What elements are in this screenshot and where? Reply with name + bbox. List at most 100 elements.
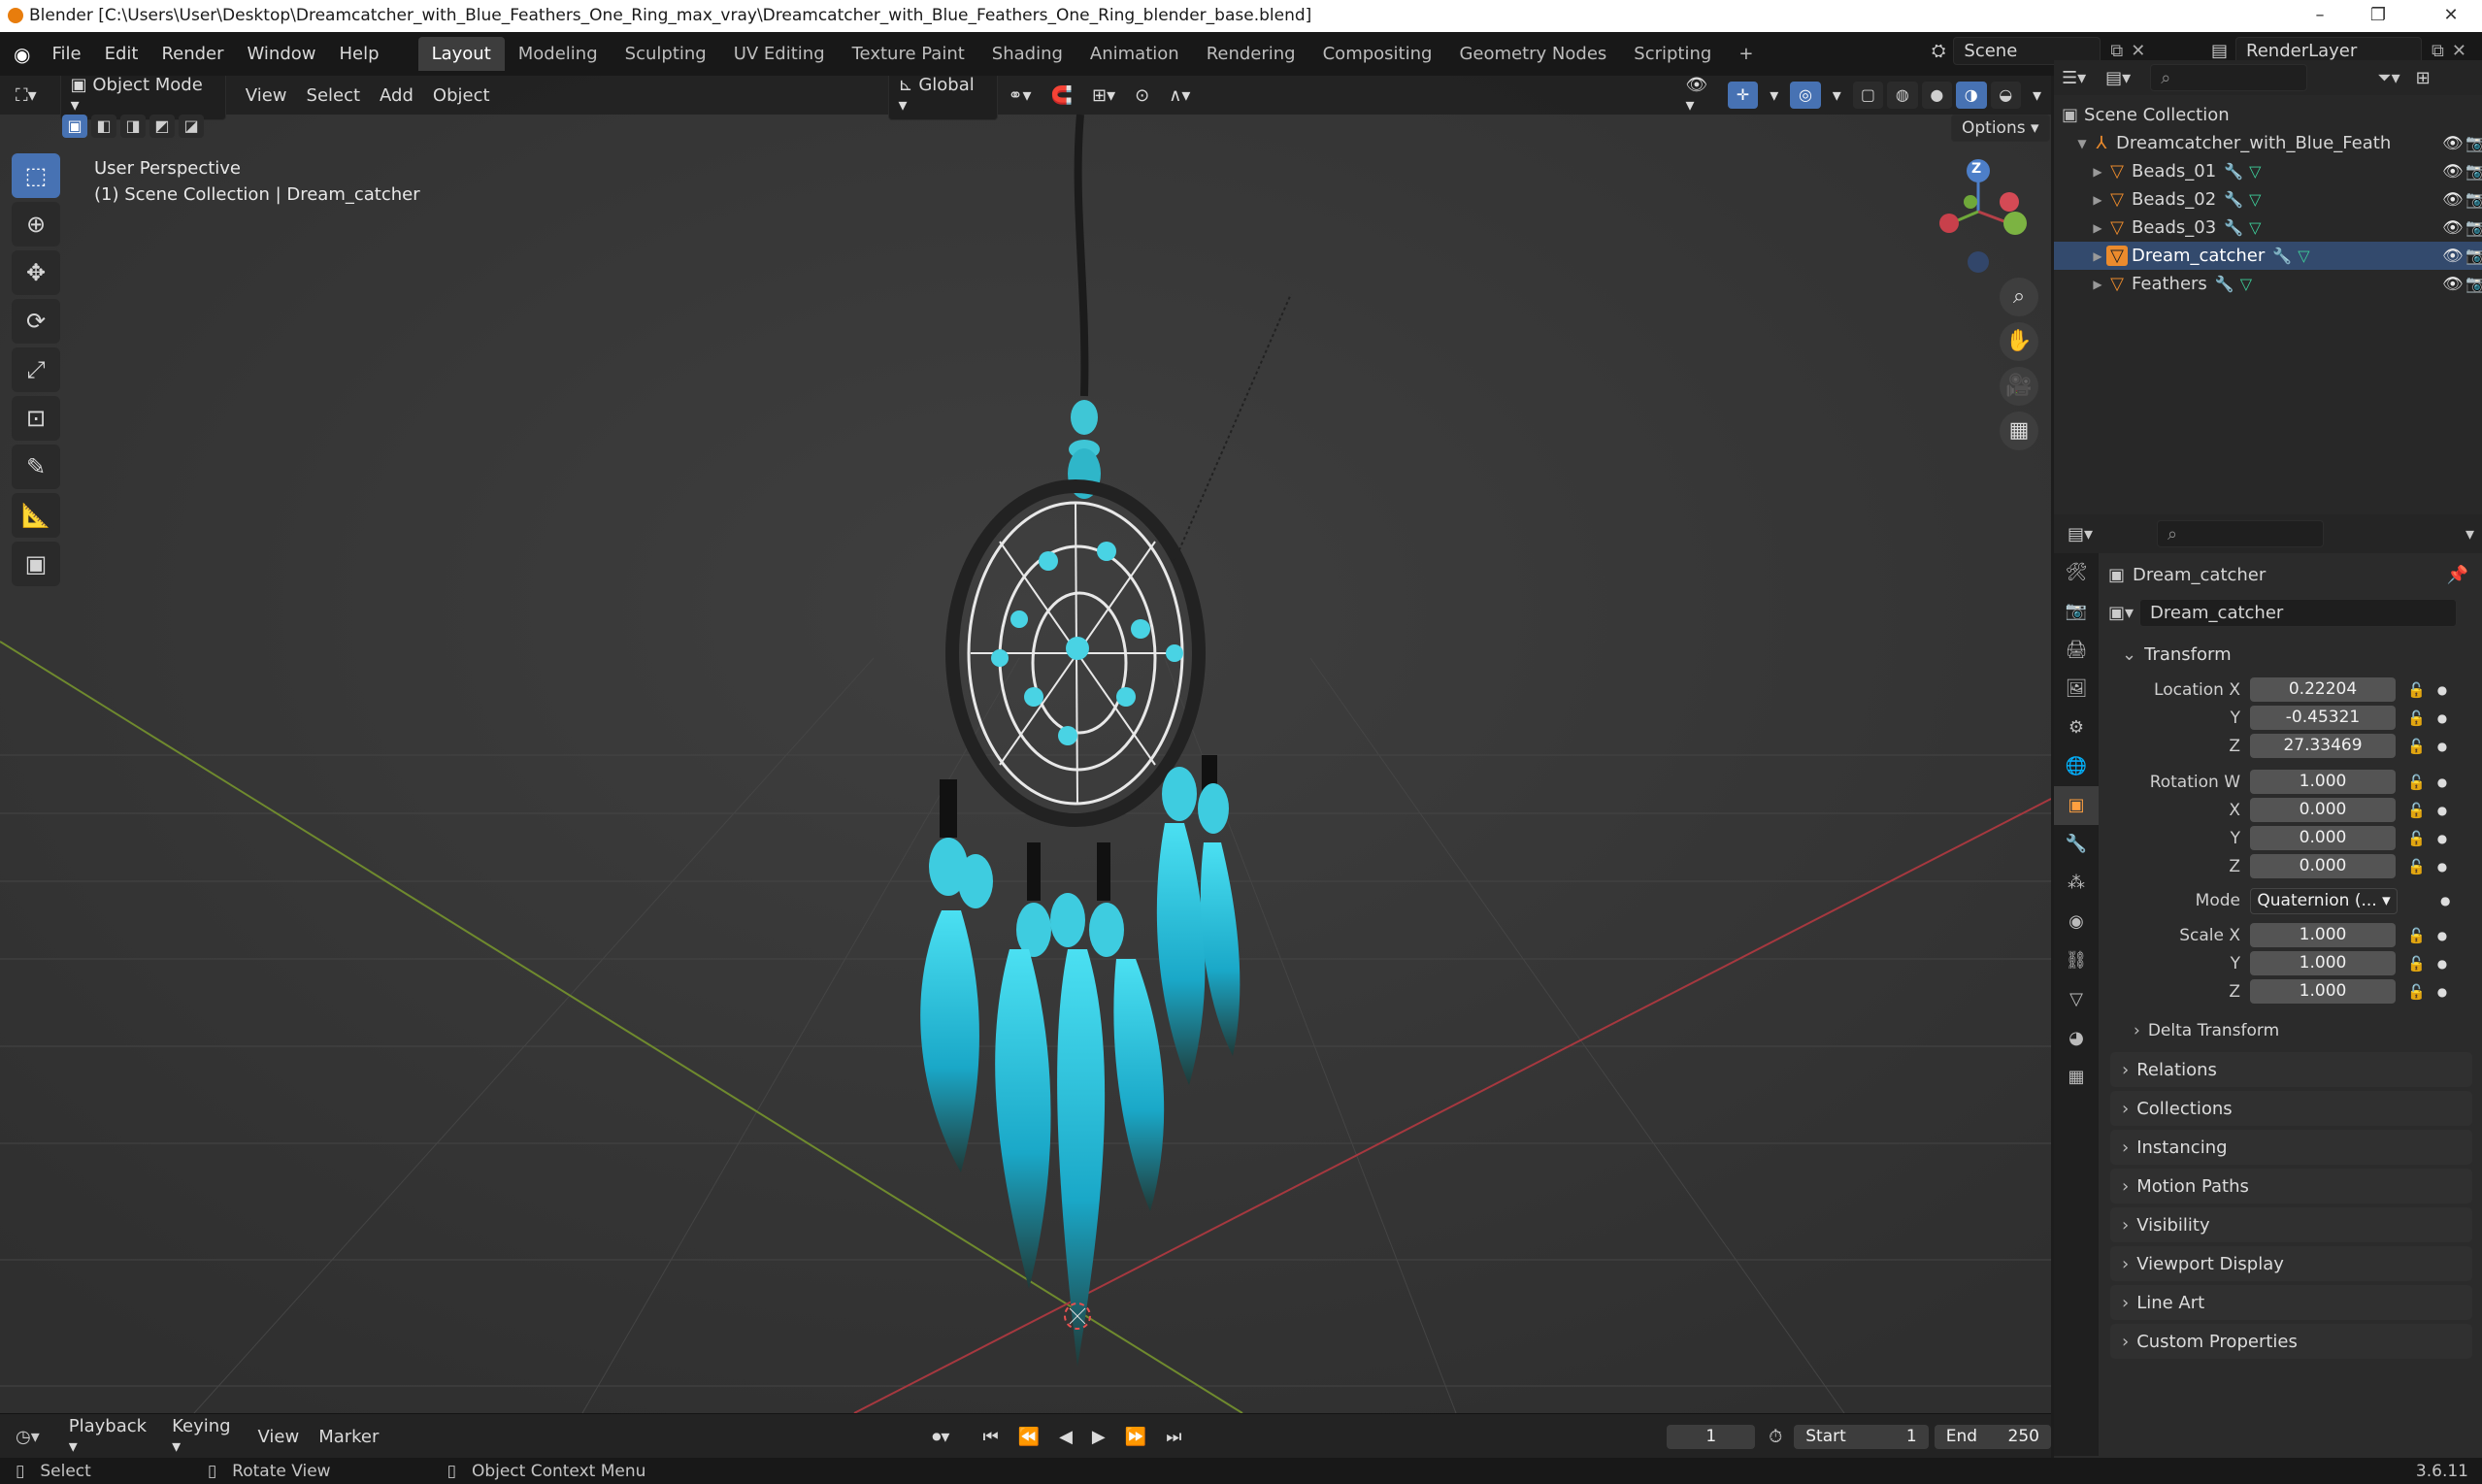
- lock-icon[interactable]: 🔓: [2407, 955, 2426, 973]
- mesh-data-tab-icon[interactable]: ▽: [2054, 980, 2099, 1019]
- world-tab-icon[interactable]: 🌐: [2054, 747, 2099, 786]
- prev-keyframe-icon[interactable]: ⏪: [1009, 1423, 1049, 1451]
- tree-row-object[interactable]: ▶ ▽ Beads_03 🔧 ▽ 👁 📷: [2054, 214, 2482, 242]
- keyframe-dot-icon[interactable]: ●: [2437, 804, 2447, 817]
- tab-layout[interactable]: Layout: [417, 37, 505, 71]
- tab-modeling[interactable]: Modeling: [505, 37, 612, 71]
- menu-keying[interactable]: Keying ▾: [162, 1412, 248, 1461]
- location-z-field[interactable]: 27.33469: [2250, 734, 2396, 758]
- visibility-eye-icon[interactable]: 👁: [2442, 247, 2464, 266]
- scene-copy-icon[interactable]: ⧉: [2110, 41, 2123, 61]
- select-new-icon[interactable]: ▣: [62, 115, 87, 138]
- panel-relations[interactable]: › Relations: [2110, 1052, 2472, 1087]
- editor-type-icon[interactable]: ⛶▾: [6, 82, 47, 110]
- rotation-w-field[interactable]: 1.000: [2250, 770, 2396, 794]
- keyframe-dot-icon[interactable]: ●: [2437, 860, 2447, 874]
- scale-x-field[interactable]: 1.000: [2250, 923, 2396, 947]
- jump-end-icon[interactable]: ⏭: [1156, 1423, 1191, 1451]
- panel-collections[interactable]: › Collections: [2110, 1091, 2472, 1126]
- visibility-eye-icon[interactable]: 👁: [2442, 190, 2464, 210]
- transform-orientation-selector[interactable]: ⊾ Global ▾: [887, 76, 999, 120]
- lock-icon[interactable]: 🔓: [2407, 858, 2426, 875]
- pin-icon[interactable]: 📌: [2447, 565, 2468, 585]
- scene-tab-icon[interactable]: ⚙: [2054, 709, 2099, 747]
- render-camera-icon[interactable]: 📷: [2465, 275, 2482, 294]
- new-collection-icon[interactable]: ⊞: [2416, 68, 2431, 88]
- tab-animation[interactable]: Animation: [1076, 37, 1193, 71]
- overlay-dropdown-icon[interactable]: ▾: [1823, 82, 1851, 110]
- layer-copy-icon[interactable]: ⧉: [2432, 41, 2444, 61]
- falloff-icon[interactable]: ∧▾: [1159, 82, 1200, 110]
- visibility-eye-icon[interactable]: 👁: [2442, 162, 2464, 181]
- rotation-x-field[interactable]: 0.000: [2250, 798, 2396, 822]
- tree-row-object[interactable]: ▶ ▽ Feathers 🔧 ▽ 👁 📷: [2054, 270, 2482, 298]
- display-mode-icon[interactable]: ▤▾: [2105, 68, 2131, 88]
- camera-view-icon[interactable]: 🎥: [2000, 367, 2038, 406]
- blender-menu-icon[interactable]: ◉: [14, 43, 30, 66]
- render-camera-icon[interactable]: 📷: [2465, 190, 2482, 210]
- lock-icon[interactable]: 🔓: [2407, 681, 2426, 699]
- panel-instancing[interactable]: › Instancing: [2110, 1130, 2472, 1165]
- expand-arrow-icon[interactable]: ▶: [2089, 249, 2106, 263]
- options-dropdown[interactable]: Options ▾: [1951, 115, 2050, 142]
- menu-playback[interactable]: Playback ▾: [59, 1412, 162, 1461]
- material-tab-icon[interactable]: ◕: [2054, 1019, 2099, 1058]
- tab-scripting[interactable]: Scripting: [1620, 37, 1725, 71]
- tab-geometry-nodes[interactable]: Geometry Nodes: [1445, 37, 1620, 71]
- timeline-editor-type-icon[interactable]: ◷▾: [16, 1427, 40, 1447]
- 3d-viewport[interactable]: Z ⛶▾ ▣ Object Mode ▾ View Select Add Obj…: [0, 76, 2051, 1413]
- menu-render[interactable]: Render: [149, 44, 235, 64]
- expand-arrow-icon[interactable]: ▶: [2089, 165, 2106, 179]
- annotate-tool-icon[interactable]: ✎: [12, 445, 60, 489]
- properties-editor-type-icon[interactable]: ▤▾: [2068, 524, 2093, 544]
- tree-row-object[interactable]: ▶ ▽ Beads_02 🔧 ▽ 👁 📷: [2054, 185, 2482, 214]
- jump-start-icon[interactable]: ⏮: [973, 1423, 1008, 1451]
- snap-target-icon[interactable]: ⊞▾: [1082, 82, 1125, 110]
- properties-search-input[interactable]: ⌕: [2157, 520, 2325, 547]
- pivot-point-icon[interactable]: ⚭▾: [998, 82, 1041, 110]
- expand-arrow-icon[interactable]: ▶: [2089, 193, 2106, 207]
- scale-y-field[interactable]: 1.000: [2250, 951, 2396, 975]
- menu-marker[interactable]: Marker: [309, 1423, 388, 1451]
- solid-shading-icon[interactable]: ●: [1921, 82, 1953, 109]
- current-frame-field[interactable]: 1: [1667, 1424, 1756, 1449]
- maximize-button[interactable]: ❐: [2359, 3, 2398, 28]
- lock-icon[interactable]: 🔓: [2407, 802, 2426, 819]
- keyframe-dot-icon[interactable]: ●: [2437, 832, 2447, 845]
- modifier-wrench-icon[interactable]: 🔧: [2224, 218, 2243, 237]
- menu-help[interactable]: Help: [328, 44, 391, 64]
- tab-rendering[interactable]: Rendering: [1193, 37, 1309, 71]
- tool-tab-icon[interactable]: 🛠: [2054, 553, 2099, 592]
- record-keyframe-icon[interactable]: ⏺▾: [922, 1423, 959, 1451]
- gizmo-dropdown-icon[interactable]: ▾: [1760, 82, 1788, 110]
- menu-timeline-view[interactable]: View: [248, 1423, 309, 1451]
- properties-options-icon[interactable]: ▾: [2465, 524, 2474, 544]
- transform-tool-icon[interactable]: ⊡: [12, 396, 60, 441]
- tab-uv-editing[interactable]: UV Editing: [720, 37, 839, 71]
- render-camera-icon[interactable]: 📷: [2465, 134, 2482, 153]
- location-y-field[interactable]: -0.45321: [2250, 706, 2396, 730]
- keyframe-dot-icon[interactable]: ●: [2437, 957, 2447, 971]
- tab-sculpting[interactable]: Sculpting: [612, 37, 720, 71]
- physics-tab-icon[interactable]: ◉: [2054, 903, 2099, 941]
- mesh-data-icon[interactable]: ▽: [2249, 218, 2261, 237]
- panel-visibility[interactable]: › Visibility: [2110, 1207, 2472, 1242]
- constraints-tab-icon[interactable]: ⛓: [2054, 941, 2099, 980]
- modifiers-tab-icon[interactable]: 🔧: [2054, 825, 2099, 864]
- close-button[interactable]: ✕: [2432, 3, 2470, 28]
- zoom-icon[interactable]: ⌕: [2000, 278, 2038, 316]
- add-workspace-button[interactable]: +: [1725, 37, 1767, 71]
- keyframe-dot-icon[interactable]: ●: [2437, 985, 2447, 999]
- object-tab-icon[interactable]: ▣: [2054, 786, 2099, 825]
- menu-edit[interactable]: Edit: [93, 44, 150, 64]
- play-icon[interactable]: ▶: [1082, 1423, 1115, 1451]
- delta-transform-subpanel[interactable]: › Delta Transform: [2104, 1013, 2478, 1048]
- transform-panel-header[interactable]: ⌄ Transform: [2110, 637, 2472, 672]
- tree-row-object[interactable]: ▶ ▽ Beads_01 🔧 ▽ 👁 📷: [2054, 157, 2482, 185]
- menu-file[interactable]: File: [40, 44, 92, 64]
- rotation-y-field[interactable]: 0.000: [2250, 826, 2396, 850]
- lock-icon[interactable]: 🔓: [2407, 738, 2426, 755]
- panel-custom-properties[interactable]: › Custom Properties: [2110, 1324, 2472, 1359]
- menu-add[interactable]: Add: [370, 82, 423, 110]
- tab-texture-paint[interactable]: Texture Paint: [839, 37, 978, 71]
